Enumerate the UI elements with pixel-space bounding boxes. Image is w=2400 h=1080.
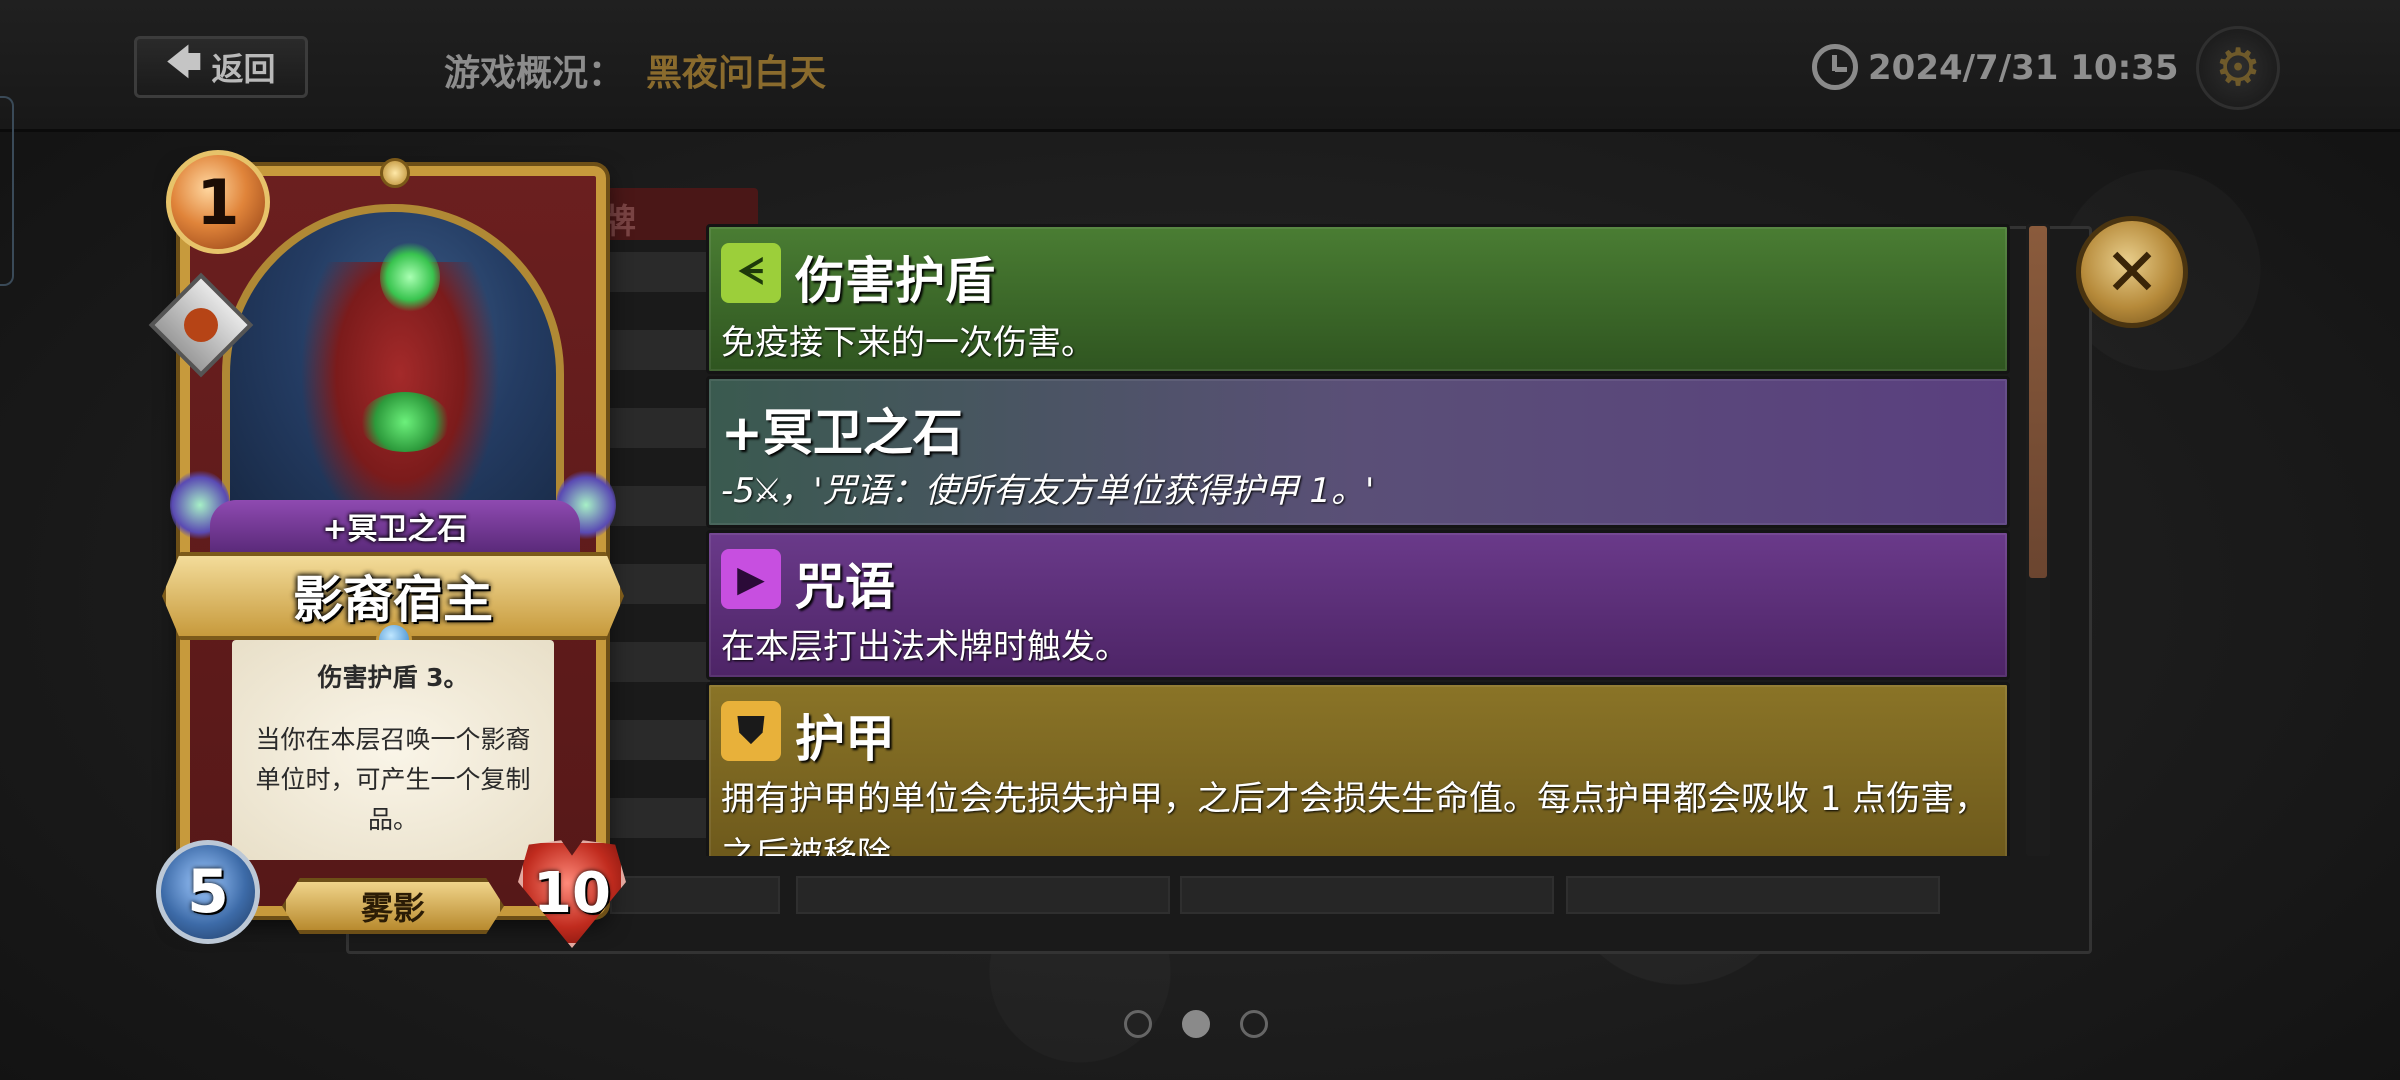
settings-button[interactable]: ⚙	[2196, 26, 2280, 110]
keyword-description: 在本层打出法术牌时触发。	[721, 627, 1129, 667]
page-dot[interactable]	[1240, 1010, 1268, 1038]
keyword-description: 免疫接下来的一次伤害。	[721, 323, 1095, 363]
keyword-list[interactable]: ᗕ 伤害护盾 免疫接下来的一次伤害。 +冥卫之石 -5⚔，'咒语：使所有友方单位…	[706, 224, 2010, 856]
card-cost: 1	[166, 150, 270, 254]
page-dot-active[interactable]	[1182, 1010, 1210, 1038]
card-text-line1: 伤害护盾 3。	[317, 663, 469, 692]
card-subtitle: +冥卫之石	[210, 500, 580, 552]
background-row	[600, 486, 710, 526]
background-cell	[1180, 876, 1554, 914]
monster-glow	[380, 242, 440, 312]
keyword-title: 咒语	[795, 558, 895, 616]
background-row	[600, 642, 710, 682]
clock-icon	[1812, 44, 1858, 90]
keyword-damage-shield: ᗕ 伤害护盾 免疫接下来的一次伤害。	[706, 224, 2010, 374]
card-text-box: 伤害护盾 3。 当你在本层召唤一个影裔单位时，可产生一个复制品。	[232, 640, 554, 860]
armor-icon: ⛊	[721, 701, 781, 761]
arrow-left-icon: 🡄	[166, 42, 202, 83]
background-row	[600, 720, 710, 760]
card-text-line2: 当你在本层召唤一个影裔单位时，可产生一个复制品。	[255, 725, 531, 834]
back-label: 返回	[211, 50, 276, 88]
pagination	[1124, 1010, 1268, 1038]
card-race: 雾影	[282, 878, 504, 934]
keyword-spell: ▶ 咒语 在本层打出法术牌时触发。	[706, 530, 2010, 680]
overview-value: 黑夜问白天	[646, 53, 827, 94]
card-attack: 5	[156, 840, 260, 944]
background-cell	[1566, 876, 1940, 914]
monster-core	[360, 392, 450, 452]
background-cell	[610, 876, 780, 914]
overview-label: 游戏概况：	[444, 53, 625, 94]
keyword-title: 伤害护盾	[795, 252, 995, 310]
keyword-title: 护甲	[795, 710, 895, 768]
gear-icon: ⚙	[2214, 38, 2262, 98]
keyword-title: +冥卫之石	[721, 404, 963, 462]
close-button[interactable]: ✕	[2076, 216, 2188, 328]
back-button[interactable]: 🡄 返回	[134, 36, 308, 98]
keyword-description: -5⚔，'咒语：使所有友方单位获得护甲 1。'	[721, 471, 1375, 511]
damage-shield-icon: ᗕ	[721, 243, 781, 303]
background-row	[600, 408, 710, 448]
close-icon: ✕	[2104, 233, 2160, 311]
keyword-scrollbar[interactable]	[2026, 224, 2050, 856]
keyword-nether-stone: +冥卫之石 -5⚔，'咒语：使所有友方单位获得护甲 1。'	[706, 376, 2010, 528]
background-row	[600, 330, 710, 370]
card-top-gem	[380, 158, 410, 188]
page-dot[interactable]	[1124, 1010, 1152, 1038]
keyword-description: 拥有护甲的单位会先损失护甲，之后才会损失生命值。每点护甲都会吸收 1 点伤害，之…	[721, 779, 1989, 856]
scroll-thumb[interactable]	[2029, 226, 2047, 578]
background-row	[600, 252, 710, 292]
background-row	[600, 798, 710, 838]
background-cell	[796, 876, 1170, 914]
left-edge-tab[interactable]	[0, 96, 14, 286]
keyword-armor: ⛊ 护甲 拥有护甲的单位会先损失护甲，之后才会损失生命值。每点护甲都会吸收 1 …	[706, 682, 2010, 856]
spell-trigger-icon: ▶	[721, 549, 781, 609]
datetime: 2024/7/31 10:35	[1868, 48, 2179, 88]
